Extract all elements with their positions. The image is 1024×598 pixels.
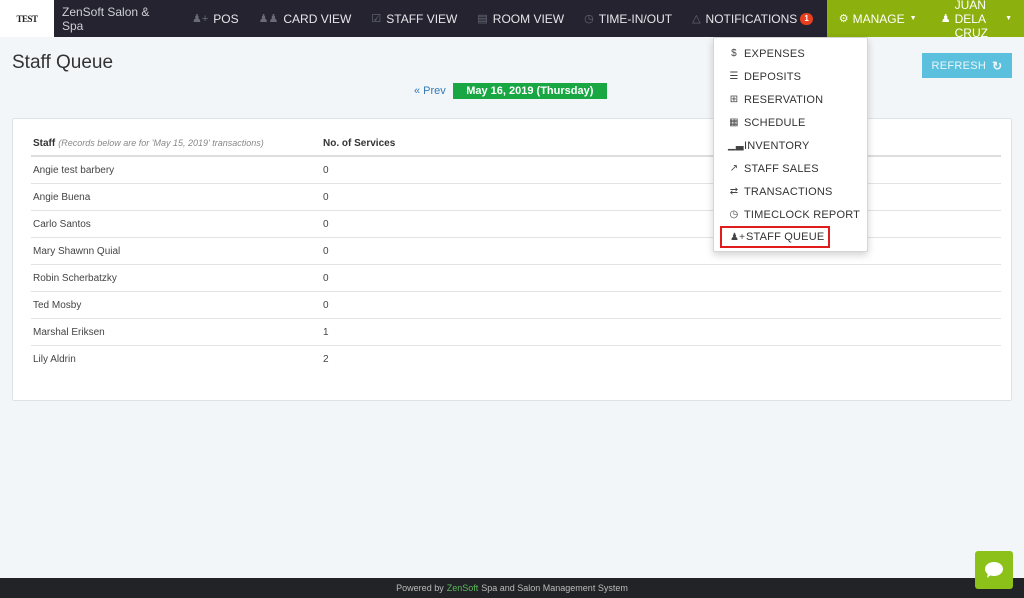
top-navbar: TEST ZenSoft Salon & Spa ♟+ POS ♟♟ CARD … xyxy=(0,0,1024,40)
menu-item-inventory[interactable]: ▁▃ INVENTORY xyxy=(714,134,867,157)
table-row: Ted Mosby 0 xyxy=(31,292,1001,319)
staff-name: Robin Scherbatzky xyxy=(33,272,117,284)
manage-dropdown-menu: $ EXPENSES ☰ DEPOSITS ⊞ RESERVATION ▦ SC… xyxy=(713,37,868,252)
staff-name: Ted Mosby xyxy=(33,299,82,311)
refresh-label: REFRESH xyxy=(931,59,987,72)
menu-item-expenses[interactable]: $ EXPENSES xyxy=(714,42,867,65)
staff-name: Angie Buena xyxy=(33,191,91,203)
footer-prefix: Powered by xyxy=(396,583,444,593)
footer-brand-link[interactable]: ZenSoft xyxy=(447,583,479,593)
menu-item-label: STAFF SALES xyxy=(744,162,819,175)
manage-label: MANAGE xyxy=(852,11,905,26)
clock-icon: ◷ xyxy=(729,209,739,220)
list-icon: ☰ xyxy=(729,71,739,82)
current-date: May 16, 2019 (Thursday) xyxy=(452,83,607,99)
menu-item-transactions[interactable]: ⇄ TRANSACTIONS xyxy=(714,180,867,203)
menu-item-label: INVENTORY xyxy=(744,139,810,152)
calendar-icon: ▦ xyxy=(729,117,739,128)
service-count: 1 xyxy=(323,326,329,338)
dollar-icon: $ xyxy=(731,48,737,59)
menu-item-label: RESERVATION xyxy=(744,93,824,106)
menu-item-label: TRANSACTIONS xyxy=(744,185,833,198)
header-staff-note: (Records below are for 'May 15, 2019' tr… xyxy=(58,138,264,148)
staff-name: Mary Shawnn Quial xyxy=(33,245,121,257)
service-count: 0 xyxy=(323,272,329,284)
staff-name: Carlo Santos xyxy=(33,218,91,230)
nav-room-view-label: ROOM VIEW xyxy=(492,11,565,26)
bed-icon: ▤ xyxy=(477,13,488,25)
bar-chart-icon: ▁▃ xyxy=(728,140,744,151)
user-name: JUAN DELA CRUZ xyxy=(954,0,988,40)
chat-bubble-icon xyxy=(985,562,1003,578)
nav-card-view[interactable]: ♟♟ CARD VIEW xyxy=(249,0,362,37)
logo-text: TEST xyxy=(16,13,38,24)
exchange-icon: ⇄ xyxy=(729,186,739,197)
service-count: 2 xyxy=(323,354,329,365)
calendar-check-icon: ☑ xyxy=(371,13,382,25)
brand-logo[interactable]: TEST xyxy=(0,0,54,37)
menu-item-label: STAFF QUEUE xyxy=(746,231,825,243)
menu-item-label: EXPENSES xyxy=(744,47,805,60)
menu-item-timeclock-report[interactable]: ◷ TIMECLOCK REPORT xyxy=(714,203,867,226)
nav-pos-label: POS xyxy=(213,11,239,26)
table-row: Marshal Eriksen 1 xyxy=(31,319,1001,346)
nav-card-view-label: CARD VIEW xyxy=(283,11,352,26)
caret-down-icon: ▼ xyxy=(1005,15,1012,22)
menu-item-staff-sales[interactable]: ↗ STAFF SALES xyxy=(714,157,867,180)
menu-item-deposits[interactable]: ☰ DEPOSITS xyxy=(714,65,867,88)
header-staff: Staff (Records below are for 'May 15, 201… xyxy=(31,138,323,149)
table-row: Lily Aldrin 2 xyxy=(31,346,1001,373)
brand-name[interactable]: ZenSoft Salon & Spa xyxy=(54,5,182,33)
nav-time-in-out[interactable]: ◷ TIME-IN/OUT xyxy=(574,0,682,37)
refresh-icon: ↻ xyxy=(992,58,1003,73)
nav-pos[interactable]: ♟+ POS xyxy=(182,0,249,37)
page-title: Staff Queue xyxy=(12,52,114,73)
header-services: No. of Services xyxy=(323,138,396,149)
service-count: 0 xyxy=(323,218,329,230)
service-count: 0 xyxy=(323,299,329,311)
user-plus-icon: ♟+ xyxy=(730,231,746,243)
nav-staff-view[interactable]: ☑ STAFF VIEW xyxy=(361,0,467,37)
footer-suffix: Spa and Salon Management System xyxy=(481,583,628,593)
service-count: 0 xyxy=(323,191,329,203)
nav-notifications[interactable]: △ NOTIFICATIONS 1 xyxy=(682,0,823,37)
date-navigator: « Prev May 16, 2019 (Thursday) xyxy=(414,83,607,99)
menu-item-schedule[interactable]: ▦ SCHEDULE xyxy=(714,111,867,134)
calendar-plus-icon: ⊞ xyxy=(729,94,739,105)
menu-item-reservation[interactable]: ⊞ RESERVATION xyxy=(714,88,867,111)
nav-time-in-out-label: TIME-IN/OUT xyxy=(598,11,673,26)
nav-room-view[interactable]: ▤ ROOM VIEW xyxy=(467,0,574,37)
header-staff-label: Staff xyxy=(33,138,56,149)
prev-date-link[interactable]: « Prev xyxy=(414,85,446,97)
menu-item-staff-queue[interactable]: ♟+ STAFF QUEUE xyxy=(720,226,830,248)
staff-name: Lily Aldrin xyxy=(33,354,76,365)
user-icon: ♟ xyxy=(940,13,951,25)
service-count: 0 xyxy=(323,245,329,257)
manage-dropdown-toggle[interactable]: ⚙ MANAGE ▼ xyxy=(826,0,923,37)
refresh-button[interactable]: REFRESH ↻ xyxy=(922,53,1012,78)
notification-count-badge: 1 xyxy=(800,12,813,25)
user-menu-toggle[interactable]: ♟ JUAN DELA CRUZ ▼ xyxy=(922,0,1024,40)
gear-icon: ⚙ xyxy=(838,13,849,25)
menu-item-label: DEPOSITS xyxy=(744,70,802,83)
line-chart-icon: ↗ xyxy=(729,163,739,174)
staff-name: Marshal Eriksen xyxy=(33,326,105,338)
caret-down-icon: ▼ xyxy=(909,15,917,22)
user-plus-icon: ♟+ xyxy=(192,13,209,25)
table-row: Robin Scherbatzky 0 xyxy=(31,265,1001,292)
nav-staff-view-label: STAFF VIEW xyxy=(386,11,458,26)
footer: Powered by ZenSoft Spa and Salon Managem… xyxy=(0,578,1024,598)
chat-button[interactable] xyxy=(975,551,1013,589)
clock-icon: ◷ xyxy=(584,13,594,25)
users-icon: ♟♟ xyxy=(258,13,279,25)
menu-item-label: TIMECLOCK REPORT xyxy=(744,208,861,221)
nav-notifications-label: NOTIFICATIONS xyxy=(705,11,798,26)
bell-icon: △ xyxy=(692,13,701,25)
service-count: 0 xyxy=(323,164,329,176)
staff-name: Angie test barbery xyxy=(33,164,115,176)
menu-item-label: SCHEDULE xyxy=(744,116,806,129)
